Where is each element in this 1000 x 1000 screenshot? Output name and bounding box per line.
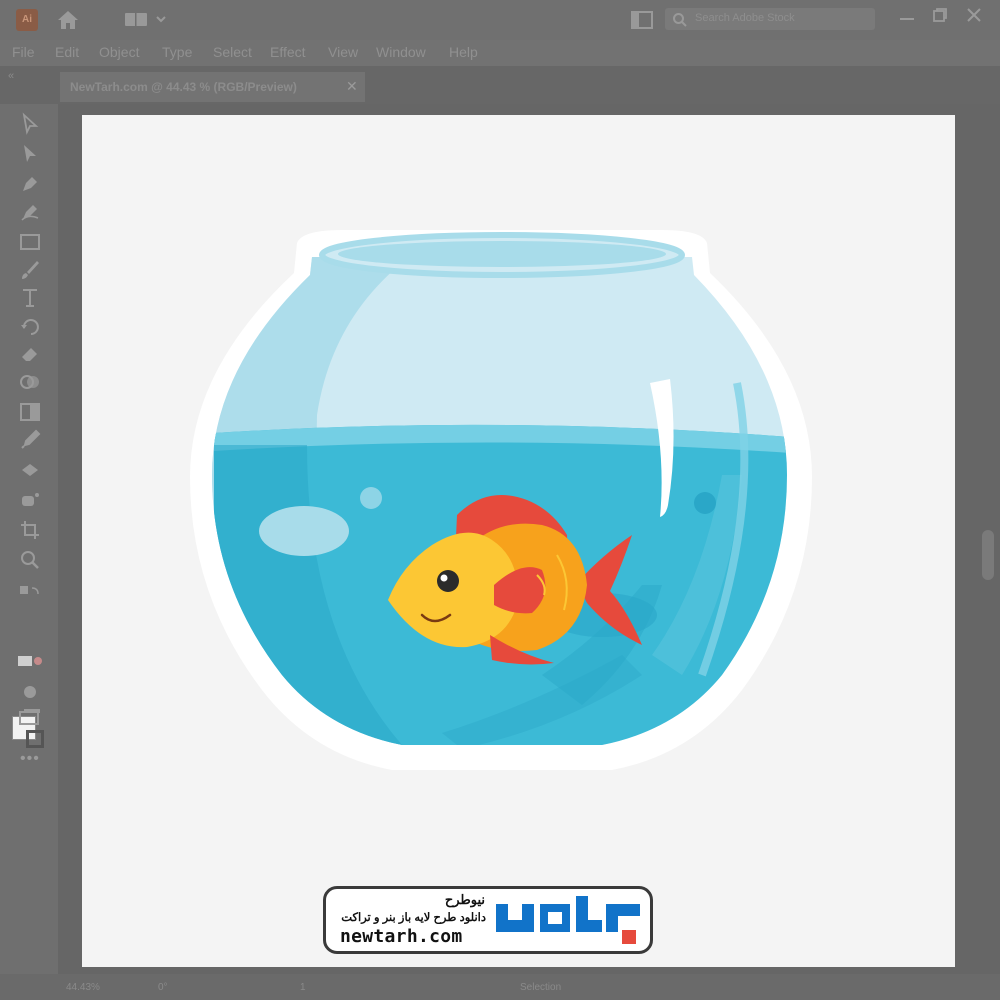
tools-panel: ••• — [0, 104, 58, 974]
menu-bar: File Edit Object Type Select Effect View… — [0, 40, 1000, 66]
pen-tool-icon[interactable] — [18, 172, 42, 196]
bowl-rim — [319, 232, 685, 278]
zoom-level[interactable]: 44.43% — [66, 982, 100, 993]
curvature-tool-icon[interactable] — [18, 200, 42, 224]
search-placeholder: Search Adobe Stock — [695, 12, 795, 24]
workspace-switcher-icon[interactable] — [125, 12, 169, 28]
menu-help[interactable]: Help — [449, 44, 478, 60]
screen-mode-icon[interactable] — [18, 706, 42, 730]
paintbrush-tool-icon[interactable] — [18, 258, 42, 282]
rotation-value[interactable]: 0° — [158, 982, 168, 993]
logo-mark-icon — [496, 896, 640, 944]
gradient-tool-icon[interactable] — [18, 400, 42, 424]
logo-subtitle: دانلود طرح لایه باز بنر و تراکت — [341, 912, 486, 924]
vertical-scrollbar[interactable] — [982, 530, 994, 580]
menu-effect[interactable]: Effect — [270, 44, 306, 60]
bubble-large — [360, 487, 382, 509]
blend-tool-icon[interactable] — [18, 458, 42, 482]
type-tool-icon[interactable] — [18, 286, 42, 310]
artboard-tool-icon[interactable] — [18, 518, 42, 542]
selection-tool-icon[interactable] — [18, 112, 42, 136]
menu-file[interactable]: File — [12, 44, 35, 60]
fishbowl-illustration — [190, 230, 812, 770]
arrange-documents-icon[interactable] — [631, 11, 653, 29]
rotate-tool-icon[interactable] — [18, 314, 42, 338]
app-title-bar: Ai Search Adobe Stock — [0, 0, 1000, 40]
direct-selection-tool-icon[interactable] — [18, 142, 42, 166]
logo-url: newtarh.com — [340, 926, 463, 947]
panel-collapse-icon[interactable]: « — [8, 70, 14, 82]
minimize-button[interactable] — [900, 18, 914, 20]
tab-close-button[interactable]: ✕ — [346, 78, 358, 95]
rectangle-tool-icon[interactable] — [18, 230, 42, 254]
logo-title: نیوطرح — [444, 892, 485, 907]
app-logo: Ai — [16, 9, 38, 31]
menu-view[interactable]: View — [328, 44, 358, 60]
menu-edit[interactable]: Edit — [55, 44, 79, 60]
bubble-dark — [694, 492, 716, 514]
menu-select[interactable]: Select — [213, 44, 252, 60]
shape-builder-tool-icon[interactable] — [18, 370, 42, 394]
close-window-icon[interactable] — [966, 7, 982, 23]
menu-object[interactable]: Object — [99, 44, 139, 60]
menu-type[interactable]: Type — [162, 44, 192, 60]
status-bar: 44.43% 0° 1 Selection — [0, 974, 1000, 1000]
more-tools-icon[interactable]: ••• — [20, 750, 40, 768]
home-icon[interactable] — [56, 9, 80, 31]
artboard[interactable] — [82, 115, 955, 967]
water-reflection — [259, 506, 349, 556]
eyedropper-tool-icon[interactable] — [18, 428, 42, 452]
stroke-color-swatch[interactable] — [26, 730, 44, 748]
artboard-number[interactable]: 1 — [300, 982, 306, 993]
zoom-tool-icon[interactable] — [18, 548, 42, 572]
current-tool: Selection — [520, 982, 562, 993]
search-icon — [673, 13, 687, 27]
restore-icon[interactable] — [932, 7, 948, 23]
draw-mode-icon[interactable] — [18, 680, 42, 704]
color-mode-icon[interactable] — [18, 650, 42, 674]
menu-window[interactable]: Window — [376, 44, 426, 60]
symbol-sprayer-tool-icon[interactable] — [18, 488, 42, 512]
document-tab-label: NewTarh.com @ 44.43 % (RGB/Preview) — [70, 80, 297, 94]
eraser-tool-icon[interactable] — [18, 342, 42, 366]
swap-colors-icon[interactable] — [18, 582, 42, 606]
